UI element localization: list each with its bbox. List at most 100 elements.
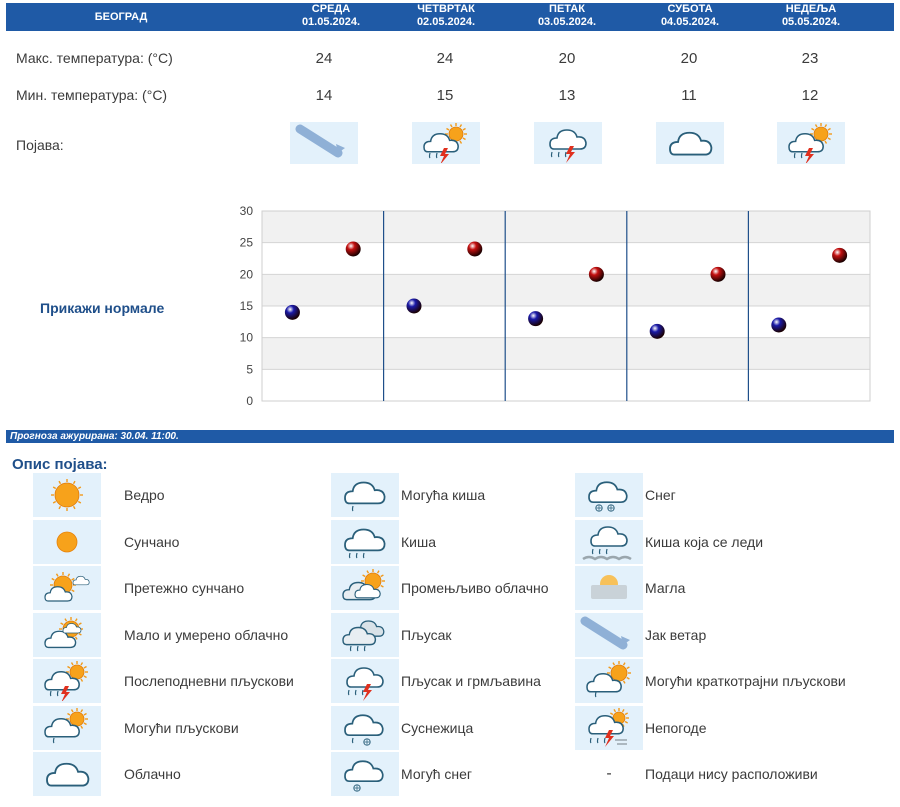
- max-temp-point: [467, 241, 483, 257]
- y-tick-label: 10: [240, 331, 254, 345]
- cloudy-icon: [33, 752, 101, 796]
- day-header: ПЕТАК 03.05.2024.: [507, 3, 627, 31]
- min-temp-label: Мин. температура: (°C): [16, 87, 168, 103]
- min-temp-value: 14: [315, 87, 333, 104]
- max-temp-point: [588, 266, 604, 282]
- min-temp-point: [649, 323, 665, 339]
- mostly-sunny-icon: [33, 566, 101, 610]
- legend-label: Пљусак: [401, 626, 452, 643]
- clear-icon: [33, 473, 101, 517]
- y-tick-label: 0: [246, 394, 253, 408]
- legend-title: Опис појава:: [12, 456, 108, 473]
- possible-showers-icon: [33, 705, 101, 750]
- max-temp-point: [710, 266, 726, 282]
- day-date: 02.05.2024.: [416, 16, 476, 28]
- legend-label: Облачно: [124, 766, 181, 782]
- y-tick-label: 5: [246, 362, 253, 376]
- wind-icon: [575, 612, 643, 657]
- max-temp-label: Макс. температура: (°C): [16, 50, 173, 66]
- legend-label: Непогоде: [645, 719, 707, 736]
- possible-rain-icon: [331, 473, 399, 517]
- afternoon-showers-icon: [33, 659, 101, 703]
- min-temp-value: 13: [558, 87, 576, 104]
- chart-ticks: 0 5 10 15 20 25 30: [240, 204, 254, 408]
- legend-label: Мало и умерено облачно: [124, 626, 289, 643]
- forecast-updated: Прогноза ажурирана: 30.04. 11:00.: [6, 430, 894, 443]
- phenomenon-label: Појава:: [16, 137, 64, 153]
- min-temp-value: 11: [681, 87, 697, 104]
- y-tick-label: 30: [240, 204, 254, 218]
- show-normals-link[interactable]: Прикажи нормале: [40, 300, 164, 316]
- legend-label: Могући пљускови: [124, 719, 239, 736]
- cloudy-icon: [656, 122, 724, 164]
- max-temp-point: [832, 247, 848, 263]
- partly-cloudy-icon: [33, 612, 101, 657]
- snow-icon: [575, 473, 643, 517]
- legend-label: Послеподневни пљускови: [124, 673, 294, 689]
- max-temp-value: 20: [680, 50, 698, 67]
- grid-band: [262, 337, 870, 370]
- city-name: БЕОГРАД: [94, 11, 148, 23]
- day-date: 01.05.2024.: [301, 16, 361, 28]
- day-header: НЕДЕЉА 05.05.2024.: [751, 3, 871, 31]
- min-temp-value: 15: [436, 87, 454, 104]
- y-tick-label: 20: [240, 267, 254, 281]
- max-temp-value: 24: [315, 50, 333, 67]
- legend-label: Сунчано: [124, 533, 180, 550]
- legend-label: Магла: [645, 580, 686, 596]
- legend-label: Киша: [401, 533, 436, 550]
- max-temp-value: 20: [558, 50, 576, 67]
- no-data-icon: -: [606, 765, 612, 782]
- day-date: 04.05.2024.: [660, 16, 720, 28]
- legend-label: Могућа киша: [401, 487, 486, 503]
- grid-band: [262, 274, 870, 306]
- legend-label: Могући краткотрајни пљускови: [645, 673, 846, 689]
- day-date: 03.05.2024.: [537, 16, 597, 28]
- y-tick-label: 15: [240, 299, 254, 313]
- legend-label: Јак ветар: [645, 626, 707, 643]
- grid-band: [262, 211, 870, 243]
- showers-thunder-icon: [534, 122, 602, 164]
- possible-snow-icon: [331, 752, 399, 796]
- day-header: ЧЕТВРТАК 02.05.2024.: [386, 3, 506, 31]
- variable-cloudy-icon: [331, 566, 399, 610]
- short-showers-icon: [575, 659, 643, 703]
- y-tick-label: 25: [240, 236, 254, 250]
- day-name: СРЕДА: [311, 3, 351, 15]
- legend-label: Пљусак и грмљавина: [401, 673, 541, 689]
- grid-band: [262, 369, 870, 401]
- min-temp-point: [771, 317, 787, 333]
- min-temp-point: [284, 304, 300, 320]
- legend-label: Могућ снег: [401, 766, 473, 782]
- showers-thunder-icon: [331, 659, 399, 703]
- day-name: НЕДЕЉА: [785, 3, 837, 15]
- day-name: ЧЕТВРТАК: [417, 3, 475, 15]
- wind-icon: [290, 122, 358, 164]
- afternoon-showers-icon: [777, 122, 845, 164]
- legend-label: Ведро: [124, 487, 165, 503]
- min-temp-point: [528, 311, 544, 327]
- max-temp-value: 23: [801, 50, 819, 67]
- freezing-rain-icon: [575, 519, 643, 564]
- day-date: 05.05.2024.: [781, 16, 841, 28]
- day-name: ПЕТАК: [549, 3, 585, 15]
- storm-icon: [575, 705, 643, 750]
- legend-label: Промењљиво облачно: [401, 580, 549, 596]
- legend-label: Суснежица: [401, 719, 474, 736]
- legend-label: Подаци нису расположиви: [645, 766, 818, 782]
- max-temp-value: 24: [436, 50, 454, 67]
- temperature-chart: 0 5 10 15 20 25 30: [240, 204, 871, 408]
- shower-icon: [331, 612, 399, 657]
- max-temp-point: [345, 241, 361, 257]
- forecast-header: БЕОГРАД СРЕДА 01.05.2024. ЧЕТВРТАК 02.05…: [6, 3, 894, 31]
- afternoon-showers-icon: [412, 122, 480, 164]
- fog-icon: [575, 566, 643, 610]
- min-temp-point: [406, 298, 422, 314]
- sleet-icon: [331, 705, 399, 750]
- day-name: СУБОТА: [667, 3, 713, 15]
- chart-grid: [261, 210, 871, 402]
- legend-label: Претежно сунчано: [124, 580, 245, 596]
- day-header: СУБОТА 04.05.2024.: [630, 3, 750, 31]
- rain-icon: [331, 519, 399, 564]
- legend-label: Снег: [645, 487, 676, 503]
